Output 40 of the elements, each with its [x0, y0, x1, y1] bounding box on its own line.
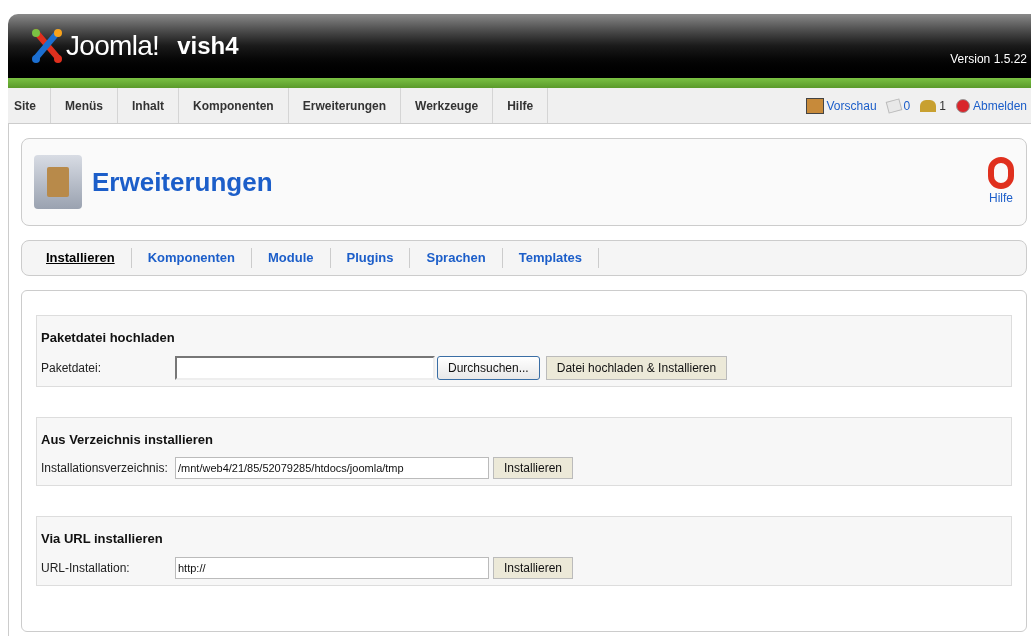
menu-item[interactable]: Menüs — [51, 88, 119, 123]
install-button[interactable]: Installieren — [493, 556, 574, 579]
logo-icon — [30, 28, 64, 64]
field-label: Installationsverzeichnis: — [41, 460, 169, 477]
submenu-tab[interactable]: Komponenten — [131, 248, 253, 268]
envelope-icon — [885, 97, 902, 114]
logout-link[interactable]: Abmelden — [972, 96, 1027, 115]
section-title: Aus Verzeichnis installieren — [41, 430, 214, 449]
extension-box-icon — [34, 155, 82, 209]
section-title: Via URL installieren — [41, 530, 164, 548]
submenu-tab[interactable]: Templates — [502, 248, 600, 268]
logo-text: Joomla! — [66, 29, 160, 63]
menu-item[interactable]: Inhalt — [118, 88, 180, 123]
lifebuoy-icon — [988, 157, 1014, 189]
text-field[interactable]: /mnt/web4/21/85/52079285/htdocs/joomla/tmp — [175, 457, 489, 479]
section-title: Paketdatei hochladen — [41, 329, 176, 347]
logout-icon — [955, 98, 970, 113]
messages-count: 0 — [903, 97, 911, 115]
upload-install-button[interactable]: Datei hochladen & Installieren — [545, 355, 728, 380]
field-label: Paketdatei: — [41, 359, 103, 377]
menu-item[interactable]: Hilfe — [493, 88, 549, 123]
submenu-tab[interactable]: Sprachen — [410, 248, 503, 268]
menu-item[interactable]: Werkzeuge — [401, 88, 494, 123]
page-title: Erweiterungen — [92, 165, 273, 199]
field-label: URL-Installation: — [41, 559, 131, 577]
submenu-tab[interactable]: Installieren — [36, 248, 132, 268]
site-name: vish4 — [177, 31, 239, 61]
menu-item[interactable]: Komponenten — [179, 88, 289, 123]
text-field[interactable]: http:// — [175, 556, 489, 579]
menu-item[interactable]: Erweiterungen — [288, 88, 402, 123]
preview-link[interactable]: Vorschau — [826, 96, 877, 115]
submenu-tab[interactable]: Module — [252, 248, 331, 268]
version-text: Version 1.5.22 — [950, 51, 1027, 68]
browse-button[interactable]: Durchsuchen... — [437, 355, 540, 380]
menu-item[interactable]: Site — [8, 88, 51, 123]
help-button[interactable]: Hilfe — [988, 157, 1014, 207]
users-count: 1 — [939, 97, 946, 115]
install-button[interactable]: Installieren — [493, 457, 574, 479]
file-path-field[interactable] — [175, 355, 435, 380]
submenu-tab[interactable]: Plugins — [330, 248, 411, 268]
